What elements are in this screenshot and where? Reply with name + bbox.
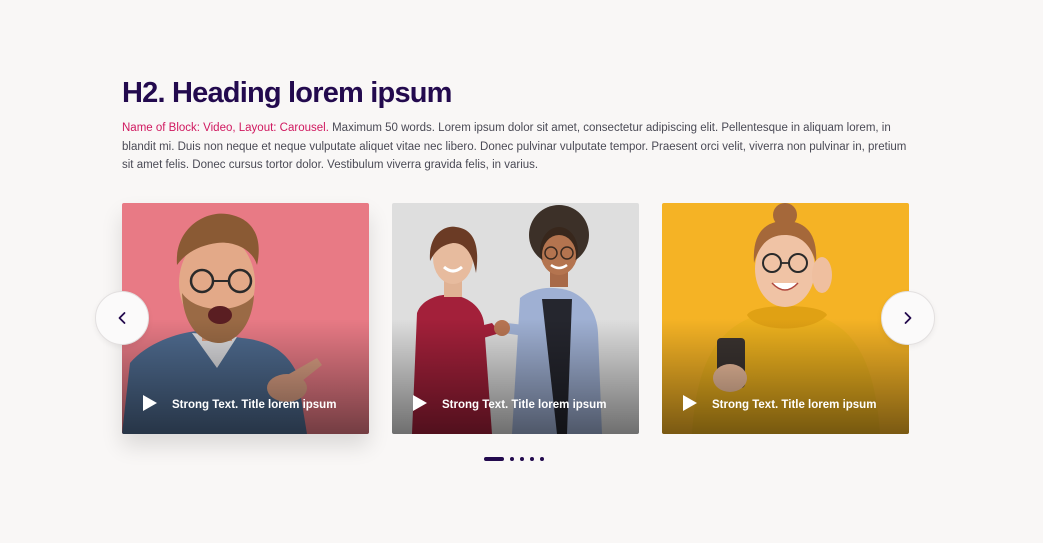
video-card-title: Strong Text. Title lorem ipsum: [712, 399, 877, 411]
video-card-3[interactable]: Strong Text. Title lorem ipsum: [662, 203, 909, 434]
chevron-left-icon: [118, 312, 126, 324]
section-heading: H2. Heading lorem ipsum: [122, 77, 452, 109]
pagination-dot-2[interactable]: [510, 456, 514, 461]
pagination-dot-1[interactable]: [484, 456, 504, 461]
carousel-next-button[interactable]: [881, 291, 935, 345]
pagination-dot-3[interactable]: [520, 456, 524, 461]
chevron-right-icon: [904, 312, 912, 324]
pagination-dot-4[interactable]: [530, 456, 534, 461]
video-card-title: Strong Text. Title lorem ipsum: [442, 399, 607, 411]
carousel-prev-button[interactable]: [95, 291, 149, 345]
video-card-1[interactable]: Strong Text. Title lorem ipsum: [122, 203, 369, 434]
play-icon[interactable]: [142, 394, 158, 412]
pagination-dot-5[interactable]: [540, 456, 544, 461]
video-card-title: Strong Text. Title lorem ipsum: [172, 399, 337, 411]
video-card-2[interactable]: Strong Text. Title lorem ipsum: [392, 203, 639, 434]
play-icon[interactable]: [412, 394, 428, 412]
block-name-label: Name of Block: Video, Layout: Carousel.: [122, 122, 329, 134]
section-description: Name of Block: Video, Layout: Carousel. …: [122, 119, 912, 175]
carousel-pagination: [484, 456, 544, 461]
play-icon[interactable]: [682, 394, 698, 412]
